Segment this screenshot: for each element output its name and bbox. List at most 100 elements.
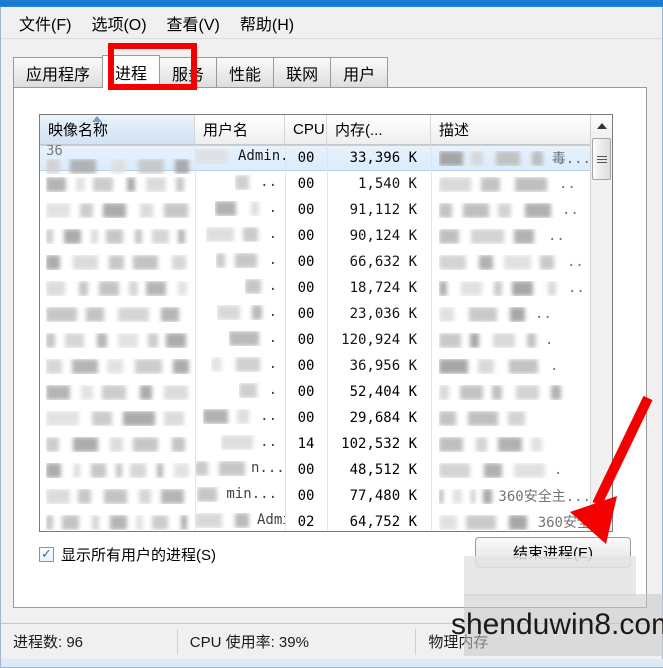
table-row[interactable]: . 00 23,036 K.. (40, 301, 612, 327)
process-list[interactable]: 映像名称 用户名 CPU 内存(... 描述 36 Admin 00 33,39… (39, 114, 613, 532)
cell-description (431, 410, 591, 426)
cell-user-name: .. (195, 174, 285, 194)
tab-users[interactable]: 用户 (330, 57, 389, 88)
column-header-image-name[interactable]: 映像名称 (40, 115, 195, 144)
cell-image-name (40, 254, 195, 270)
table-row[interactable]: . 00 36,956 K. (40, 353, 612, 379)
tab-processes[interactable]: 进程 (102, 55, 161, 88)
redacted-text (46, 436, 195, 452)
task-manager-window: 文件(F) 选项(O) 查看(V) 帮助(H) 应用程序 进程 服务 性能 联网… (0, 0, 663, 668)
redacted-text (439, 514, 536, 530)
cell-memory: 77,480 K (349, 488, 417, 504)
scrollbar-thumb[interactable] (592, 138, 611, 180)
cell-description-text: 毒... (551, 151, 591, 167)
menu-item-file[interactable]: 文件(F) (9, 8, 81, 38)
show-all-users-checkbox[interactable]: ✓ 显示所有用户的进程(S) (39, 544, 216, 565)
tab-services[interactable]: 服务 (159, 57, 218, 88)
cell-image-name (40, 462, 195, 478)
redacted-text (46, 514, 195, 530)
table-row[interactable]: Admin 02 64,752 K 360安全 (40, 509, 612, 531)
cell-user-name: . (195, 330, 285, 350)
table-row[interactable]: min... 00 77,480 K 360安全主... (40, 483, 612, 509)
table-row[interactable]: .. 14 102,532 K (40, 431, 612, 457)
cell-user-name-text: . (268, 252, 277, 269)
cell-description: .. (431, 306, 591, 322)
table-row[interactable]: .. 00 1,540 K.. (40, 171, 612, 197)
redacted-text (238, 382, 269, 398)
table-row[interactable]: . 00 90,124 K.. (40, 223, 612, 249)
cell-description-text: 360安全主... (498, 489, 591, 505)
redacted-text (205, 226, 269, 242)
cell-memory: 66,632 K (349, 254, 417, 270)
scroll-up-button[interactable] (591, 115, 612, 136)
cell-memory: 64,752 K (349, 514, 417, 530)
menu-divider (1, 38, 662, 39)
column-header-memory[interactable]: 内存(... (327, 115, 431, 144)
redacted-text (244, 278, 269, 294)
menu-item-options[interactable]: 选项(O) (81, 8, 156, 38)
cell-cpu: 00 (297, 306, 315, 322)
cell-description: .. (431, 176, 591, 192)
menu-item-view[interactable]: 查看(V) (157, 8, 230, 38)
cell-description-text: .. (535, 306, 552, 322)
scroll-down-button[interactable] (591, 512, 612, 531)
column-header-user-name[interactable]: 用户名 (195, 115, 285, 144)
redacted-text (439, 228, 546, 244)
table-row[interactable]: . 00 120,924 K. (40, 327, 612, 353)
menu-item-help[interactable]: 帮助(H) (230, 8, 304, 38)
cell-memory: 29,684 K (349, 410, 417, 426)
cell-user-name-text: . (268, 356, 277, 373)
table-row[interactable]: . 00 91,112 K.. (40, 197, 612, 223)
redacted-text (46, 306, 195, 322)
cell-user-name-text: . (268, 278, 277, 295)
redacted-text (195, 148, 238, 164)
redacted-text (439, 254, 565, 270)
cell-memory: 36,956 K (349, 358, 417, 374)
process-list-scrollbar[interactable] (590, 115, 612, 531)
table-row[interactable]: . 00 18,724 K.. (40, 275, 612, 301)
cell-description-text: .. (562, 202, 579, 218)
redacted-text (195, 460, 251, 476)
cell-memory: 120,924 K (341, 332, 417, 348)
table-row[interactable]: . 00 52,404 K (40, 379, 612, 405)
cell-description-text: .. (548, 228, 565, 244)
cell-user-name: . (195, 226, 285, 246)
redacted-text (439, 280, 566, 296)
column-header-cpu[interactable]: CPU (285, 115, 327, 144)
tab-performance[interactable]: 性能 (216, 57, 275, 88)
cell-image-name (40, 384, 195, 400)
cell-user-name: . (195, 200, 285, 220)
redacted-text (46, 228, 195, 244)
table-row-selected[interactable]: 36 Admin... 00 33,396 K 毒... (40, 145, 612, 174)
grip-icon (596, 154, 607, 165)
cell-description-text: . (550, 358, 559, 374)
table-row[interactable]: . 00 66,632 K.. (40, 249, 612, 275)
tab-applications[interactable]: 应用程序 (13, 57, 104, 88)
watermark-text: shenduwin8.com (450, 608, 663, 641)
cell-memory: 52,404 K (349, 384, 417, 400)
table-row[interactable]: .. 00 29,684 K (40, 405, 612, 431)
cell-image-name (40, 280, 195, 296)
cell-cpu: 00 (297, 280, 315, 296)
cell-user-name: . (195, 252, 285, 272)
redacted-text (439, 150, 550, 166)
cell-user-name: min... (195, 486, 285, 506)
watermark-backdrop (464, 556, 636, 596)
checkbox-box[interactable]: ✓ (39, 547, 54, 562)
column-header-description[interactable]: 描述 (431, 115, 591, 144)
table-row[interactable]: n... 00 48,512 K. (40, 457, 612, 483)
column-header-label: 用户名 (203, 122, 249, 139)
cell-user-name: . (195, 382, 285, 402)
tab-label: 性能 (229, 67, 262, 84)
cell-user-name-text: . (268, 200, 277, 217)
cell-memory: 91,112 K (349, 202, 417, 218)
cell-description (431, 384, 591, 400)
check-icon: ✓ (41, 546, 52, 561)
cell-user-name-text: .. (260, 434, 277, 451)
redacted-text (439, 384, 568, 400)
cell-description: . (431, 358, 591, 374)
process-list-body[interactable]: 36 Admin... 00 33,396 K 毒..... 00 1,540 K... 00… (40, 145, 612, 531)
tab-networking[interactable]: 联网 (273, 57, 332, 88)
cell-image-name (40, 306, 195, 322)
cell-cpu: 00 (297, 176, 315, 192)
